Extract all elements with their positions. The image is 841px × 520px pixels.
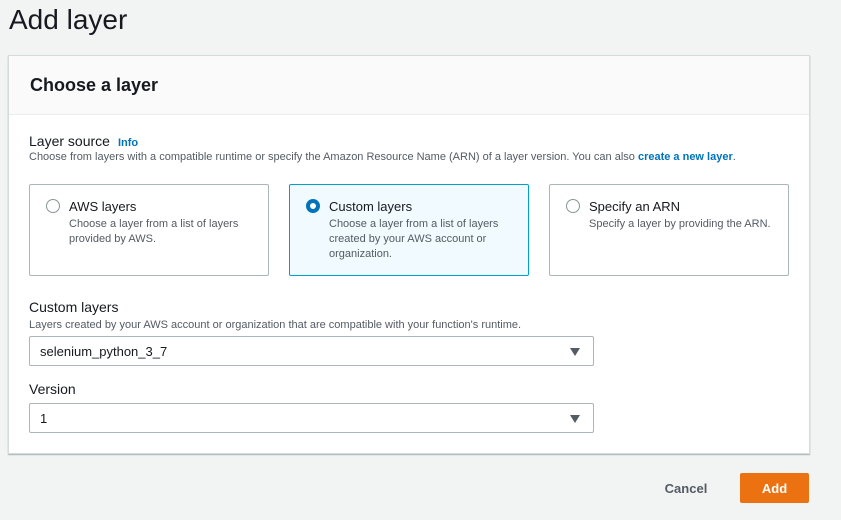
layer-source-description-end: . [732, 151, 736, 163]
version-select[interactable]: 1 [29, 403, 594, 433]
radio-icon[interactable] [566, 199, 580, 213]
panel-header: Choose a layer [9, 56, 809, 115]
tile-description: Specify a layer by providing the ARN. [589, 218, 771, 230]
caret-down-icon [570, 415, 580, 423]
caret-down-icon [570, 348, 580, 356]
tile-custom-layers[interactable]: Custom layers Choose a layer from a list… [289, 184, 529, 276]
custom-layers-select[interactable]: selenium_python_3_7 [29, 336, 594, 366]
cancel-button[interactable]: Cancel [650, 474, 722, 502]
tile-title: AWS layers [69, 199, 137, 214]
add-button[interactable]: Add [740, 473, 809, 503]
tile-aws-layers[interactable]: AWS layers Choose a layer from a list of… [29, 184, 269, 276]
custom-layers-description: Layers created by your AWS account or or… [29, 319, 522, 331]
page-title: Add layer [9, 4, 128, 35]
tile-description: Choose a layer from a list of layers pro… [69, 218, 239, 245]
layer-source-description-text: Choose from layers with a compatible run… [29, 151, 638, 163]
radio-icon[interactable] [46, 199, 60, 213]
info-link[interactable]: Info [118, 137, 138, 149]
create-new-layer-link[interactable]: create a new layer [638, 151, 733, 163]
layer-source-description: Choose from layers with a compatible run… [29, 150, 789, 165]
tile-title: Specify an ARN [589, 199, 681, 214]
tile-specify-arn[interactable]: Specify an ARN Specify a layer by provid… [549, 184, 789, 276]
panel-title: Choose a layer [30, 75, 159, 95]
layer-source-label: Layer source Info [29, 133, 138, 149]
radio-checked-icon[interactable] [306, 199, 320, 213]
choose-layer-panel: Choose a layer Layer source Info Choose f… [8, 55, 810, 454]
tile-description: Choose a layer from a list of layers cre… [329, 218, 499, 260]
version-label: Version [29, 381, 76, 397]
version-value: 1 [40, 411, 48, 426]
custom-layers-label: Custom layers [29, 299, 119, 315]
layer-source-label-text: Layer source [29, 133, 110, 149]
tile-title: Custom layers [329, 199, 413, 214]
custom-layers-value: selenium_python_3_7 [40, 344, 168, 359]
